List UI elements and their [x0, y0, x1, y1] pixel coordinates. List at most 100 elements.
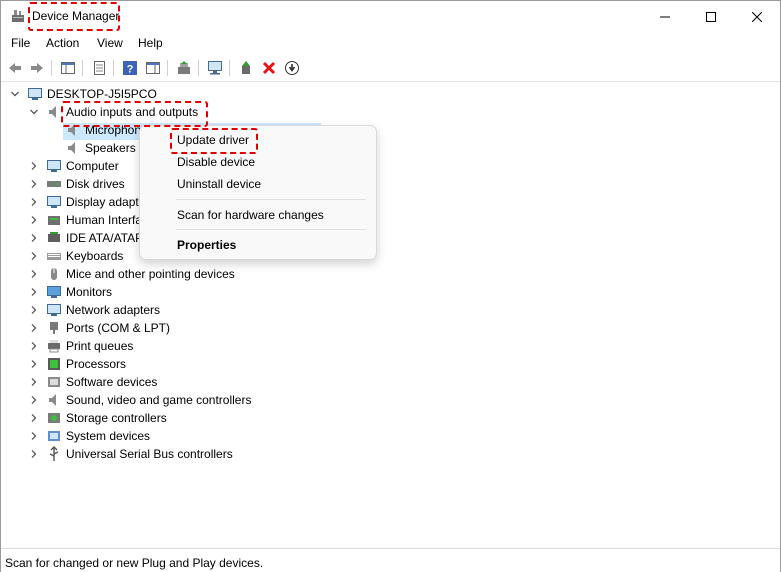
category-label-processors[interactable]: Processors	[66, 357, 126, 371]
close-button[interactable]	[734, 1, 780, 32]
toolbar-separator	[198, 60, 199, 76]
close-icon	[752, 11, 762, 22]
software-devices-icon	[48, 377, 60, 387]
help-button[interactable]: ?	[120, 58, 140, 78]
speaker-icon	[68, 124, 75, 136]
properties-menu-item[interactable]: Properties	[177, 238, 236, 252]
menu-file[interactable]: File	[11, 36, 30, 50]
disable-device-menu-item[interactable]: Disable device	[177, 155, 255, 169]
usb-controllers-icon	[49, 446, 59, 461]
category-label-disk-drives[interactable]: Disk drives	[66, 177, 125, 191]
category-label-ide-ata[interactable]: IDE ATA/ATAP	[66, 231, 143, 245]
update-driver-menu-item[interactable]: Update driver	[177, 133, 249, 147]
chevron-right-icon[interactable]	[29, 449, 39, 459]
action-pane-button[interactable]	[143, 58, 163, 78]
forward-button[interactable]	[27, 58, 47, 78]
scan-hardware-menu-item[interactable]: Scan for hardware changes	[177, 208, 324, 222]
action-pane-icon	[146, 62, 160, 74]
category-label-keyboards[interactable]: Keyboards	[66, 249, 123, 263]
category-label-system-devices[interactable]: System devices	[66, 429, 150, 443]
toolbar-separator	[167, 60, 168, 76]
device-manager-window: Device Manager File Action View Help ? D…	[0, 0, 781, 572]
category-label-sound-video[interactable]: Sound, video and game controllers	[66, 393, 251, 407]
toolbar-separator	[229, 60, 230, 76]
toolbar: ?	[1, 55, 780, 82]
system-devices-icon	[48, 431, 60, 441]
category-label-display-adapters[interactable]: Display adapte	[66, 195, 145, 209]
root-computer-label[interactable]: DESKTOP-J5I5PCO	[47, 87, 157, 101]
chevron-right-icon[interactable]	[29, 323, 39, 333]
category-label-usb-controllers[interactable]: Universal Serial Bus controllers	[66, 447, 233, 461]
update-driver-icon	[178, 61, 190, 74]
chevron-down-icon[interactable]	[10, 89, 20, 99]
add-driver-button[interactable]	[236, 58, 256, 78]
minimize-button[interactable]	[642, 1, 688, 32]
print-queues-icon	[48, 340, 60, 353]
audio-category-label[interactable]: Audio inputs and outputs	[66, 105, 198, 119]
chevron-right-icon[interactable]	[29, 215, 39, 225]
menu-view[interactable]: View	[97, 36, 123, 50]
uninstall-device-menu-item[interactable]: Uninstall device	[177, 177, 261, 191]
chevron-right-icon[interactable]	[29, 251, 39, 261]
computer-icon	[28, 88, 42, 100]
category-label-computer[interactable]: Computer	[66, 159, 119, 173]
chevron-right-icon[interactable]	[29, 179, 39, 189]
menu-bar: File Action View Help	[1, 33, 780, 53]
menu-help[interactable]: Help	[138, 36, 163, 50]
properties-icon	[94, 61, 105, 75]
chevron-right-icon[interactable]	[29, 197, 39, 207]
category-label-network-adapters[interactable]: Network adapters	[66, 303, 160, 317]
disable-device-button[interactable]	[282, 58, 302, 78]
svg-text:?: ?	[127, 64, 134, 76]
properties-button[interactable]	[89, 58, 109, 78]
menu-separator	[176, 199, 366, 200]
uninstall-button[interactable]	[259, 58, 279, 78]
update-driver-toolbar-button[interactable]	[174, 58, 194, 78]
back-arrow-icon	[9, 63, 21, 73]
maximize-button[interactable]	[688, 1, 734, 32]
category-label-human-interface[interactable]: Human Interfa	[66, 213, 142, 227]
maximize-icon	[706, 11, 716, 22]
chevron-down-icon[interactable]	[29, 107, 39, 117]
chevron-right-icon[interactable]	[29, 161, 39, 171]
show-hide-console-tree-button[interactable]	[58, 58, 78, 78]
chevron-right-icon[interactable]	[29, 233, 39, 243]
speaker-icon	[49, 106, 56, 118]
network-adapters-icon	[47, 304, 61, 316]
chevron-right-icon[interactable]	[29, 359, 39, 369]
menu-separator	[176, 229, 366, 230]
window-title: Device Manager	[32, 9, 120, 23]
minimize-icon	[660, 16, 670, 17]
speakers-device-label[interactable]: Speakers (	[85, 141, 143, 155]
menu-action[interactable]: Action	[46, 36, 79, 50]
chevron-right-icon[interactable]	[29, 269, 39, 279]
category-label-storage-controllers[interactable]: Storage controllers	[66, 411, 167, 425]
chevron-right-icon[interactable]	[29, 305, 39, 315]
category-label-mice[interactable]: Mice and other pointing devices	[66, 267, 235, 281]
display-adapters-icon	[47, 196, 61, 208]
ide-ata-icon	[48, 232, 60, 242]
ports-icon	[50, 322, 58, 334]
disable-arrow-down-icon	[285, 61, 299, 75]
human-interface-icon	[48, 216, 60, 225]
chevron-right-icon[interactable]	[29, 377, 39, 387]
category-label-software-devices[interactable]: Software devices	[66, 375, 157, 389]
device-manager-icon	[12, 10, 24, 22]
chevron-right-icon[interactable]	[29, 341, 39, 351]
back-button[interactable]	[5, 58, 25, 78]
category-label-ports[interactable]: Ports (COM & LPT)	[66, 321, 170, 335]
chevron-right-icon[interactable]	[29, 395, 39, 405]
chevron-right-icon[interactable]	[29, 431, 39, 441]
scan-hardware-button[interactable]	[205, 58, 225, 78]
chevron-right-icon[interactable]	[29, 287, 39, 297]
title-bar: Device Manager	[1, 1, 780, 32]
help-icon: ?	[123, 61, 137, 76]
toolbar-separator	[82, 60, 83, 76]
context-menu: Update driver Disable device Uninstall d…	[139, 125, 377, 260]
disk-drives-icon	[47, 181, 61, 187]
processors-icon	[48, 358, 60, 370]
category-label-monitors[interactable]: Monitors	[66, 285, 112, 299]
category-label-print-queues[interactable]: Print queues	[66, 339, 133, 353]
chevron-right-icon[interactable]	[29, 413, 39, 423]
red-x-icon	[262, 61, 276, 75]
